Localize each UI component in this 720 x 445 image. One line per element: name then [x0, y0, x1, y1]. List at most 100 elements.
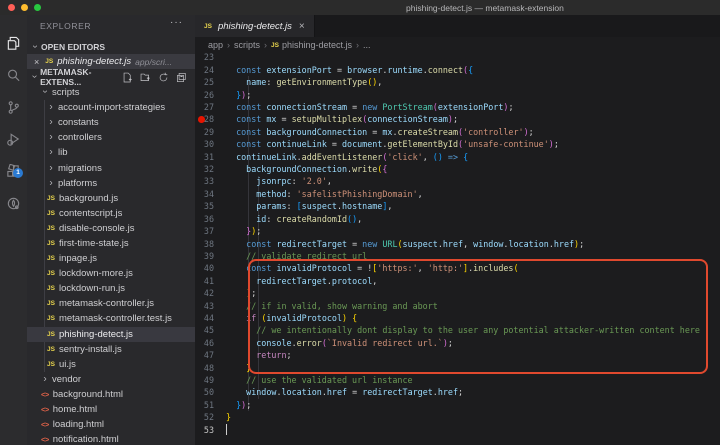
line-number[interactable]: 38 [195, 238, 226, 250]
tree-item-vendor[interactable]: ›vendor [27, 372, 195, 387]
code-line[interactable]: 37 }); [195, 225, 720, 237]
line-number[interactable]: 23 [195, 51, 226, 63]
code-line[interactable]: 24 const extensionPort = browser.runtime… [195, 64, 720, 76]
line-number[interactable]: 48 [195, 362, 226, 374]
code-line[interactable]: 26 }); [195, 89, 720, 101]
line-number[interactable]: 36 [195, 213, 226, 225]
search-icon[interactable] [0, 61, 27, 89]
line-number[interactable]: 34 [195, 188, 226, 200]
line-number[interactable]: 50 [195, 386, 226, 398]
line-number[interactable]: 46 [195, 337, 226, 349]
tree-item-platforms[interactable]: ›platforms [27, 176, 195, 191]
breadcrumb-item[interactable]: phishing-detect.js [282, 40, 352, 50]
line-number[interactable]: 29 [195, 126, 226, 138]
tree-item-ui.js[interactable]: JSui.js [27, 357, 195, 372]
tree-item-migrations[interactable]: ›migrations [27, 160, 195, 175]
tree-item-home.html[interactable]: <>home.html [27, 402, 195, 417]
line-number[interactable]: 37 [195, 225, 226, 237]
new-folder-icon[interactable] [140, 72, 151, 83]
code-line[interactable]: 49 // use the validated url instance [195, 374, 720, 386]
code-line[interactable]: 32 backgroundConnection.write({ [195, 163, 720, 175]
code-line[interactable]: 45 // we intentionally dont display to t… [195, 324, 720, 336]
source-control-icon[interactable] [0, 93, 27, 121]
line-number[interactable]: 30 [195, 138, 226, 150]
code-line[interactable]: 29 const backgroundConnection = mx.creat… [195, 126, 720, 138]
minimize-window-button[interactable] [21, 4, 28, 11]
line-number[interactable]: 25 [195, 76, 226, 88]
close-tab-icon[interactable]: × [299, 21, 305, 32]
tree-item-lockdown-more.js[interactable]: JSlockdown-more.js [27, 266, 195, 281]
tree-item-constants[interactable]: ›constants [27, 115, 195, 130]
code-line[interactable]: 41 redirectTarget.protocol, [195, 275, 720, 287]
refresh-icon[interactable] [158, 72, 169, 83]
code-line[interactable]: 50 window.location.href = redirectTarget… [195, 386, 720, 398]
breakpoint-icon[interactable] [198, 116, 205, 123]
code-line[interactable]: 52} [195, 411, 720, 423]
tree-item-metamask-controller.test.js[interactable]: JSmetamask-controller.test.js [27, 311, 195, 326]
zoom-window-button[interactable] [34, 4, 41, 11]
code-line[interactable]: 31 continueLink.addEventListener('click'… [195, 151, 720, 163]
code-line[interactable]: 47 return; [195, 349, 720, 361]
tree-item-controllers[interactable]: ›controllers [27, 130, 195, 145]
code-line[interactable]: 48 } [195, 362, 720, 374]
open-editors-header[interactable]: › OPEN EDITORS [27, 40, 195, 54]
line-number[interactable]: 43 [195, 300, 226, 312]
new-file-icon[interactable] [122, 72, 133, 83]
tree-item-scripts[interactable]: ›scripts [27, 85, 195, 100]
collapse-all-icon[interactable] [176, 72, 187, 83]
breadcrumb-item[interactable]: ... [363, 40, 371, 50]
code-line[interactable]: 30 const continueLink = document.getElem… [195, 138, 720, 150]
line-number[interactable]: 27 [195, 101, 226, 113]
code-line[interactable]: 33 jsonrpc: '2.0', [195, 175, 720, 187]
line-number[interactable]: 49 [195, 374, 226, 386]
code-line[interactable]: 35 params: [suspect.hostname], [195, 200, 720, 212]
line-number[interactable]: 33 [195, 175, 226, 187]
code-line[interactable]: 46 console.error(`Invalid redirect url.`… [195, 337, 720, 349]
tree-item-notification.html[interactable]: <>notification.html [27, 432, 195, 445]
line-number[interactable]: 42 [195, 287, 226, 299]
tree-item-lockdown-run.js[interactable]: JSlockdown-run.js [27, 281, 195, 296]
code-line[interactable]: 39 // validate redirect url [195, 250, 720, 262]
line-number[interactable]: 44 [195, 312, 226, 324]
code-line[interactable]: 51 }); [195, 399, 720, 411]
tree-item-background.js[interactable]: JSbackground.js [27, 191, 195, 206]
tree-item-first-time-state.js[interactable]: JSfirst-time-state.js [27, 236, 195, 251]
code-line[interactable]: 27 const connectionStream = new PortStre… [195, 101, 720, 113]
tree-item-lib[interactable]: ›lib [27, 145, 195, 160]
tree-item-disable-console.js[interactable]: JSdisable-console.js [27, 221, 195, 236]
code-line[interactable]: 36 id: createRandomId(), [195, 213, 720, 225]
code-line[interactable]: 23 [195, 51, 720, 63]
tree-item-contentscript.js[interactable]: JScontentscript.js [27, 206, 195, 221]
line-number[interactable]: 51 [195, 399, 226, 411]
code-line[interactable]: 40 const invalidProtocol = !['https:', '… [195, 262, 720, 274]
line-number[interactable]: 24 [195, 64, 226, 76]
line-number[interactable]: 53 [195, 424, 226, 436]
code-line[interactable]: 43 // if in valid, show warning and abor… [195, 300, 720, 312]
circle-extension-icon[interactable] [0, 189, 27, 217]
explorer-icon[interactable] [0, 29, 27, 57]
line-number[interactable]: 47 [195, 349, 226, 361]
line-number[interactable]: 26 [195, 89, 226, 101]
code-line[interactable]: 53 [195, 424, 720, 436]
code-editor[interactable]: 2324 const extensionPort = browser.runti… [195, 53, 720, 445]
code-line[interactable]: 44 if (invalidProtocol) { [195, 312, 720, 324]
code-line[interactable]: 28 const mx = setupMultiplex(connectionS… [195, 113, 720, 125]
tree-item-loading.html[interactable]: <>loading.html [27, 417, 195, 432]
tab-phishing-detect[interactable]: JS phishing-detect.js × [195, 15, 315, 37]
line-number[interactable]: 35 [195, 200, 226, 212]
tree-item-phishing-detect.js[interactable]: JSphishing-detect.js [27, 327, 195, 342]
tree-item-inpage.js[interactable]: JSinpage.js [27, 251, 195, 266]
line-number[interactable]: 39 [195, 250, 226, 262]
line-number[interactable]: 41 [195, 275, 226, 287]
line-number[interactable]: 31 [195, 151, 226, 163]
line-number[interactable]: 32 [195, 163, 226, 175]
code-line[interactable]: 34 method: 'safelistPhishingDomain', [195, 188, 720, 200]
breadcrumb-item[interactable]: scripts [234, 40, 260, 50]
explorer-more-actions-icon[interactable]: ··· [170, 17, 183, 28]
tree-item-sentry-install.js[interactable]: JSsentry-install.js [27, 342, 195, 357]
line-number[interactable]: 40 [195, 262, 226, 274]
code-line[interactable]: 38 const redirectTarget = new URL(suspec… [195, 238, 720, 250]
code-line[interactable]: 42 ); [195, 287, 720, 299]
tree-item-background.html[interactable]: <>background.html [27, 387, 195, 402]
tree-item-metamask-controller.js[interactable]: JSmetamask-controller.js [27, 296, 195, 311]
